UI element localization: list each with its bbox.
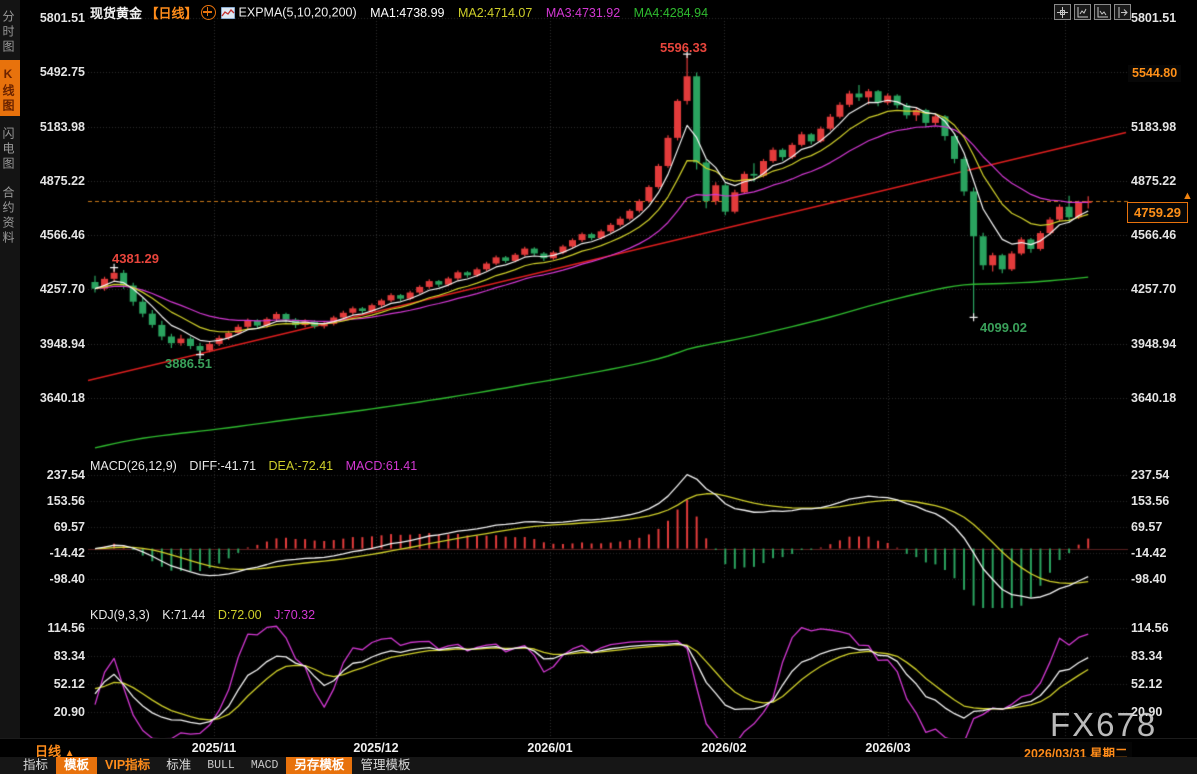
- add-indicator-icon[interactable]: [200, 5, 216, 20]
- ma2-value: MA2:4714.07: [457, 5, 533, 20]
- month-label-2026-01: 2026/01: [527, 741, 573, 755]
- macd-name[interactable]: MACD(26,12,9): [90, 459, 177, 473]
- macd-axis-label-left: 237.54: [46, 468, 85, 482]
- kdj-axis-label-right: 52.12: [1131, 677, 1163, 691]
- kdj-axis-label-right: 20.90: [1131, 705, 1163, 719]
- kdj-name[interactable]: KDJ(9,3,3): [90, 608, 150, 622]
- price-axis-label-left: 4566.46: [39, 228, 85, 243]
- price-axis-label-left: 4257.70: [39, 282, 85, 297]
- annotation-low-3886: 3886.51: [165, 356, 212, 371]
- ma1-value: MA1:4738.99: [370, 5, 445, 20]
- price-axis-label-right: 3948.94: [1131, 336, 1177, 351]
- annotation-low-4099: 4099.02: [980, 320, 1027, 335]
- macd-pane-title: MACD(26,12,9) DIFF:-41.71 DEA:-72.41 MAC…: [90, 459, 417, 473]
- bottom-toolbar: 指标 模板 VIP指标 标准 BULL MACD 另存模板 管理模板: [0, 757, 1197, 774]
- ma3-value: MA3:4731.92: [545, 5, 621, 20]
- price-axis-label-right: 5801.51: [1131, 11, 1177, 25]
- macd-axis-label-left: -14.42: [49, 546, 85, 560]
- macd-axis-label-left: 153.56: [46, 493, 85, 508]
- date-axis-row: [0, 738, 1197, 758]
- kdj-axis-label-left: 20.90: [53, 705, 85, 719]
- tab-macd[interactable]: MACD: [243, 757, 287, 774]
- macd-dea-value: DEA:-72.41: [268, 459, 334, 473]
- symbol-name: 现货黄金: [90, 6, 143, 21]
- tab-bull[interactable]: BULL: [199, 757, 243, 774]
- price-axis-label-left: 5183.98: [39, 119, 85, 134]
- kdj-axis-label-right: 114.56: [1131, 621, 1169, 635]
- ma4-value: MA4:4284.94: [633, 5, 709, 20]
- kdj-d-value: D:72.00: [217, 608, 262, 622]
- sidebar-item-lightning-chart[interactable]: 闪电图: [0, 119, 20, 175]
- chart-type-icon[interactable]: [220, 6, 236, 19]
- price-axis-label-right: 4875.22: [1131, 173, 1177, 188]
- tab-standard[interactable]: 标准: [158, 757, 199, 774]
- macd-axis-label-left: -98.40: [49, 572, 85, 586]
- macd-axis-label-left: 69.57: [53, 520, 85, 534]
- chart-type-sidebar: 分时图 K线图 闪电图 合约资料: [0, 0, 20, 738]
- price-axis-label-left: 3948.94: [39, 336, 85, 351]
- month-label-2026-03: 2026/03: [865, 741, 911, 755]
- macd-bar-value: MACD:61.41: [345, 459, 418, 473]
- tab-manage-template[interactable]: 管理模板: [352, 757, 418, 774]
- sidebar-item-contract-info[interactable]: 合约资料: [0, 178, 20, 250]
- price-axis-label-left: 4875.22: [39, 173, 85, 188]
- macd-axis-label-right: 69.57: [1131, 520, 1163, 534]
- macd-axis-label-right: 237.54: [1131, 468, 1170, 482]
- price-axis-label-right: 5183.98: [1131, 119, 1177, 134]
- macd-axis-label-right: -14.42: [1131, 546, 1167, 560]
- period-label[interactable]: 【日线】: [146, 6, 198, 21]
- price-axis-label-right: 3640.18: [1131, 391, 1177, 405]
- kdj-axis-label-left: 114.56: [47, 621, 85, 635]
- kdj-j-value: J:70.32: [274, 608, 316, 622]
- price-axis-label-right: 4566.46: [1131, 228, 1177, 243]
- pop-out-icon[interactable]: [1114, 4, 1131, 20]
- kdj-axis-label-right: 83.34: [1131, 649, 1163, 663]
- tab-vip-indicators[interactable]: VIP指标: [97, 757, 158, 774]
- price-axis-label-left: 5801.51: [39, 11, 85, 25]
- main-chart-canvas[interactable]: [0, 0, 1197, 774]
- macd-diff-value: DIFF:-41.71: [189, 459, 257, 473]
- kdj-pane-title: KDJ(9,3,3) K:71.44 D:72.00 J:70.32: [90, 608, 315, 622]
- zoom-axes-left-icon[interactable]: [1074, 4, 1091, 20]
- price-up-arrow-icon: ▲: [1182, 190, 1193, 202]
- chart-window-buttons: [1054, 4, 1131, 20]
- tab-save-template[interactable]: 另存模板: [286, 757, 353, 774]
- price-axis-label-right: 4257.70: [1131, 282, 1177, 297]
- month-label-2025-11: 2025/11: [191, 741, 237, 755]
- month-label-2026-02: 2026/02: [701, 741, 747, 755]
- alert-price-badge: 5544.80: [1128, 65, 1182, 82]
- current-price-badge: 4759.29: [1127, 202, 1188, 223]
- annotation-peak-5596: 5596.33: [660, 40, 707, 55]
- price-axis-label-left: 5492.75: [39, 65, 85, 80]
- crosshair-icon[interactable]: [1054, 4, 1071, 20]
- chart-header: 现货黄金 【日线】 EXPMA(5,10,20,200) MA1:4738.99 …: [90, 3, 708, 21]
- trading-app-window: { "header": { "symbol": "现货黄金", "period"…: [0, 0, 1197, 774]
- kdj-axis-label-left: 52.12: [53, 677, 85, 691]
- indicator-name[interactable]: EXPMA(5,10,20,200): [239, 6, 357, 20]
- tab-template[interactable]: 模板: [56, 757, 98, 774]
- price-axis-label-left: 3640.18: [39, 391, 85, 405]
- macd-axis-label-right: 153.56: [1131, 493, 1170, 508]
- kdj-k-value: K:71.44: [162, 608, 206, 622]
- annotation-high-4381: 4381.29: [112, 251, 159, 266]
- month-label-2025-12: 2025/12: [353, 741, 399, 755]
- sidebar-item-timeshare-chart[interactable]: 分时图: [0, 2, 20, 58]
- kdj-axis-label-left: 83.34: [53, 649, 85, 663]
- zoom-axes-right-icon[interactable]: [1094, 4, 1111, 20]
- sidebar-item-kline-chart[interactable]: K线图: [0, 60, 20, 116]
- tab-indicators[interactable]: 指标: [15, 757, 56, 774]
- macd-axis-label-right: -98.40: [1131, 572, 1167, 586]
